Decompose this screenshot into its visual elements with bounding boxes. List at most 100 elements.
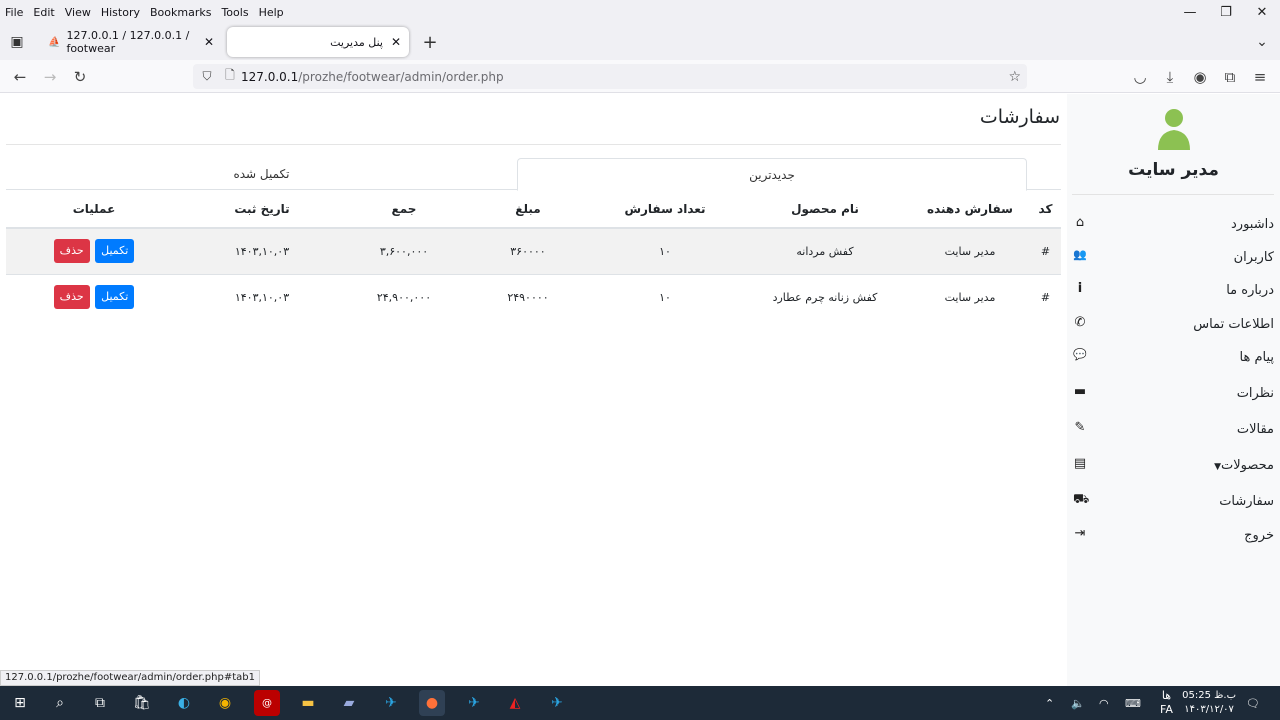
store-icon[interactable]: 🛍 xyxy=(129,690,155,716)
download-icon[interactable]: ⤓ xyxy=(1156,60,1184,93)
page-title: سفارشات xyxy=(979,106,1060,128)
sidebar-item-articles[interactable]: ✎ مقالات xyxy=(1067,418,1280,444)
sidebar-item-label: درباره ما xyxy=(1226,283,1274,298)
delete-button[interactable]: حذف xyxy=(53,239,90,264)
cell-code: # xyxy=(1030,273,1061,320)
cell-qty: ۱۰ xyxy=(590,273,740,320)
app-menu-icon[interactable]: ≡ xyxy=(1246,60,1274,93)
restore-icon[interactable]: ❐ xyxy=(1208,0,1244,24)
browser-tab-phpmyadmin[interactable]: ⛵ 127.0.0.1 / 127.0.0.1 / footwear ✕ xyxy=(38,27,222,57)
title-divider xyxy=(6,144,1061,145)
phone-icon: ✆ xyxy=(1074,315,1086,330)
extensions-icon[interactable]: ⧉ xyxy=(1216,60,1244,93)
forward-icon[interactable]: → xyxy=(36,60,64,93)
sidebar-item-messages[interactable]: 💬 پیام ها xyxy=(1067,346,1280,372)
sidebar-item-about[interactable]: i درباره ما xyxy=(1067,279,1280,305)
windows-start-icon[interactable]: ⊞ xyxy=(7,690,33,716)
keyboard-icon[interactable]: ⌨ xyxy=(1125,686,1141,720)
col-product: نام محصول xyxy=(740,190,910,229)
menu-bookmarks[interactable]: Bookmarks xyxy=(145,6,216,19)
tab-overview-icon[interactable]: ▣ xyxy=(4,24,30,60)
telegram-icon[interactable]: ✈ xyxy=(544,690,570,716)
sidebar-item-label: داشبورد xyxy=(1231,217,1274,232)
account-icon[interactable]: ◉ xyxy=(1186,60,1214,93)
col-customer: سفارش دهنده xyxy=(910,190,1030,229)
edge-icon[interactable]: ◐ xyxy=(171,690,197,716)
home-icon: ⌂ xyxy=(1075,215,1085,230)
file-explorer-icon[interactable]: ▬ xyxy=(295,690,321,716)
sidebar-item-comments[interactable]: ▬ نظرات xyxy=(1067,382,1280,408)
notifications-icon[interactable]: 🗨 xyxy=(1246,686,1260,720)
cell-code: # xyxy=(1030,227,1061,274)
menu-file[interactable]: File xyxy=(0,6,28,19)
tab-newest[interactable]: جدیدترین xyxy=(517,158,1027,191)
comment-icon: ▬ xyxy=(1073,384,1087,399)
cell-total: ۳,۶۰۰,۰۰۰ xyxy=(342,227,466,274)
box-icon: ▤ xyxy=(1073,456,1087,471)
telegram-icon[interactable]: ✈ xyxy=(378,690,404,716)
sidebar-item-products[interactable]: ▤ ▼محصولات xyxy=(1067,454,1280,480)
language-indicator[interactable]: ها FA xyxy=(1160,686,1173,720)
sidebar-item-label: خروج xyxy=(1244,528,1274,543)
back-icon[interactable]: ← xyxy=(6,60,34,93)
url-bar[interactable]: ⛉ 🗋 127.0.0.1 /prozhe/footwear/admin/ord… xyxy=(193,64,1027,89)
sidebar-item-dashboard[interactable]: ⌂ داشبورد xyxy=(1067,213,1280,239)
list-tabs-icon[interactable]: ⌄ xyxy=(1250,24,1274,60)
menu-history[interactable]: History xyxy=(96,6,145,19)
volume-icon[interactable]: 🔈 xyxy=(1071,686,1085,720)
search-icon[interactable]: ⌕ xyxy=(47,690,73,716)
page-content: مدیر سایت ⌂ داشبورد 👥 کاربران i درباره م… xyxy=(0,94,1280,686)
users-icon: 👥 xyxy=(1073,248,1087,261)
minimize-icon[interactable]: — xyxy=(1172,0,1208,24)
shield-icon[interactable]: ⛉ xyxy=(195,69,219,84)
new-tab-icon[interactable]: + xyxy=(418,24,442,60)
wifi-icon[interactable]: ◠ xyxy=(1099,686,1109,720)
sidebar-item-logout[interactable]: ⇥ خروج xyxy=(1067,524,1280,550)
telegram-icon[interactable]: ✈ xyxy=(461,690,487,716)
menu-help[interactable]: Help xyxy=(254,6,289,19)
navigation-bar: ← → ↻ ⛉ 🗋 127.0.0.1 /prozhe/footwear/adm… xyxy=(0,60,1280,93)
close-tab-icon[interactable]: ✕ xyxy=(391,35,401,49)
close-window-icon[interactable]: ✕ xyxy=(1244,0,1280,24)
menu-bar: File Edit View History Bookmarks Tools H… xyxy=(0,0,1280,24)
sidebar-item-contact[interactable]: ✆ اطلاعات تماس xyxy=(1067,313,1280,339)
delete-button[interactable]: حذف xyxy=(53,285,90,310)
pocket-icon[interactable]: ◡ xyxy=(1126,60,1154,93)
tray-chevron-icon[interactable]: ⌃ xyxy=(1045,686,1054,720)
order-icon: ⛟ xyxy=(1073,492,1090,507)
close-tab-icon[interactable]: ✕ xyxy=(204,35,214,49)
browser-tab-admin[interactable]: پنل مدیریت ✕ xyxy=(227,27,409,57)
sidebar-item-orders[interactable]: ⛟ سفارشات xyxy=(1067,490,1280,516)
tab-completed[interactable]: تکمیل شده xyxy=(6,158,517,190)
language-code: FA xyxy=(1160,703,1173,716)
caret-down-icon: ▼ xyxy=(1214,462,1221,472)
clock[interactable]: 05:25 ب.ظ ۱۴۰۳/۱۲/۰۷ xyxy=(1182,689,1236,717)
clock-date: ۱۴۰۳/۱۲/۰۷ xyxy=(1184,704,1234,715)
row-actions: حذف تکمیل xyxy=(6,227,182,274)
sidebar-item-products-wrap: ▼محصولات xyxy=(1210,458,1274,473)
taskbar: ⊞ ⌕ ⧉ 🛍 ◐ ◉ @ ▬ ▰ ✈ ● ✈ ◭ ✈ ⌃ 🔈 ◠ ⌨ ها F… xyxy=(0,686,1280,720)
browser-tab-title: پنل مدیریت xyxy=(330,35,383,49)
firefox-icon[interactable]: ● xyxy=(419,690,445,716)
tab-strip: ▣ ⛵ 127.0.0.1 / 127.0.0.1 / footwear ✕ پ… xyxy=(0,24,1280,60)
notepad-icon[interactable]: ▰ xyxy=(336,690,362,716)
complete-button[interactable]: تکمیل xyxy=(95,285,135,310)
menu-tools[interactable]: Tools xyxy=(216,6,253,19)
col-date: تاریخ ثبت xyxy=(182,190,342,229)
sidebar-item-label: نظرات xyxy=(1236,386,1274,401)
reload-icon[interactable]: ↻ xyxy=(66,60,94,93)
cell-date: ۱۴۰۳,۱۰,۰۳ xyxy=(182,227,342,274)
col-code: کد xyxy=(1030,190,1061,229)
sidebar-item-users[interactable]: 👥 کاربران xyxy=(1067,246,1280,272)
menu-view[interactable]: View xyxy=(60,6,96,19)
task-view-icon[interactable]: ⧉ xyxy=(87,690,113,716)
order-tabs: تکمیل شده جدیدترین xyxy=(6,158,1061,191)
cell-customer: مدیر سایت xyxy=(910,273,1030,320)
bookmark-star-icon[interactable]: ☆ xyxy=(1008,69,1021,85)
acrobat-icon[interactable]: ◭ xyxy=(502,690,528,716)
menu-edit[interactable]: Edit xyxy=(28,6,59,19)
info-icon: i xyxy=(1077,281,1083,296)
chrome-icon[interactable]: ◉ xyxy=(212,690,238,716)
app-red-icon[interactable]: @ xyxy=(254,690,280,716)
complete-button[interactable]: تکمیل xyxy=(95,239,135,264)
